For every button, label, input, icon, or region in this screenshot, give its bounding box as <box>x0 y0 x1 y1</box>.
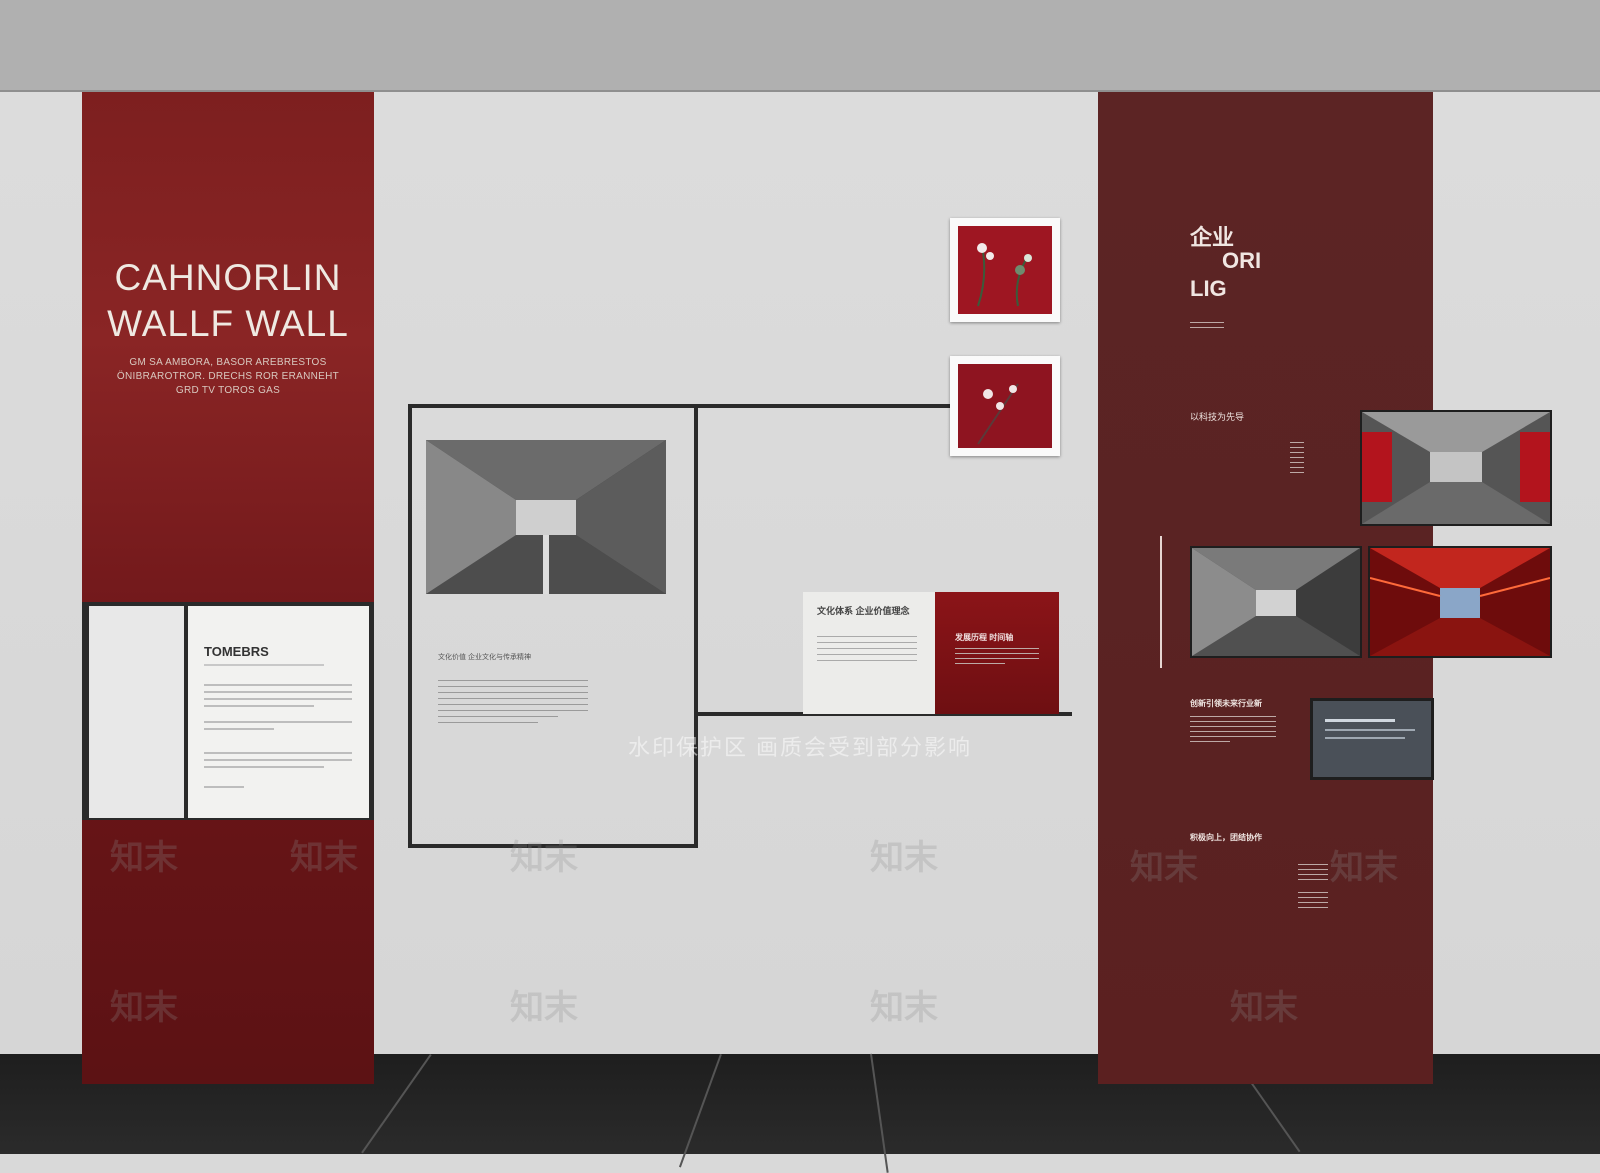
flower-frame-2 <box>950 356 1060 456</box>
watermark-5: 知末 <box>1130 849 1198 887</box>
red-hall-image <box>1362 412 1550 524</box>
right-title-line3: LIG <box>1190 276 1227 301</box>
info-card-right-title: 发展历程 时间轴 <box>955 633 1014 642</box>
watermark-3: 知末 <box>510 839 578 877</box>
bw-hall-photo <box>1190 546 1362 658</box>
left-card-title: TOMEBRS <box>204 644 269 659</box>
right-section3-title: 积极向上，团结协作 <box>1190 833 1262 842</box>
red-tech-image <box>1370 548 1550 656</box>
left-panel-subtitle-2: ÖNIBRAROTROR. DRECHS ROR ERANNEHT <box>116 371 340 382</box>
bw-corridor-image <box>426 440 666 594</box>
center-text-line1: 文化价值 企业文化与传承精神 <box>438 654 531 661</box>
red-hall-photo <box>1360 410 1552 526</box>
left-panel-subtitle-1: GM SA AMBORA, BASOR AREBRESTOS <box>129 357 327 368</box>
left-card-blank <box>89 606 184 818</box>
watermark-7: 知末 <box>110 989 178 1027</box>
watermark-1: 知末 <box>110 839 178 877</box>
flower-frame-1 <box>950 218 1060 322</box>
watermark-9: 知末 <box>870 989 938 1027</box>
watermark-4: 知末 <box>870 839 938 877</box>
right-divider <box>1160 536 1162 668</box>
left-info-card: TOMEBRS <box>188 606 369 818</box>
frame-connector-top <box>694 404 954 408</box>
right-title-line2: ORI <box>1222 248 1262 273</box>
left-panel-title-line2: WALLF WALL <box>107 303 349 344</box>
bw-hall-image <box>1192 548 1360 656</box>
left-panel-title-line1: CAHNORLIN <box>114 257 342 298</box>
right-section1-title: 以科技为先导 <box>1190 412 1245 422</box>
ceiling <box>0 0 1600 92</box>
flower-art-2 <box>958 364 1052 448</box>
watermark-6: 知末 <box>1330 849 1398 887</box>
watermark-10: 知末 <box>1230 989 1298 1027</box>
left-panel-subtitle-3: GRD TV TOROS GAS <box>175 385 281 396</box>
watermark-8: 知末 <box>510 989 578 1027</box>
info-card-left-title: 文化体系 企业价值理念 <box>817 606 910 616</box>
bw-corridor-photo <box>426 440 666 594</box>
flower-art-1 <box>958 226 1052 314</box>
left-red-panel: CAHNORLIN WALLF WALL GM SA AMBORA, BASOR… <box>82 92 374 1084</box>
info-card-right: 发展历程 时间轴 <box>935 592 1059 714</box>
watermark-2: 知末 <box>290 839 358 877</box>
info-card-left: 文化体系 企业价值理念 <box>803 592 935 714</box>
center-text-lines <box>438 680 588 728</box>
right-section2-title: 创新引领未来行业新 <box>1190 699 1262 708</box>
red-tech-photo <box>1368 546 1552 658</box>
watermark-band-text: 水印保护区 画质会受到部分影响 <box>627 735 973 760</box>
